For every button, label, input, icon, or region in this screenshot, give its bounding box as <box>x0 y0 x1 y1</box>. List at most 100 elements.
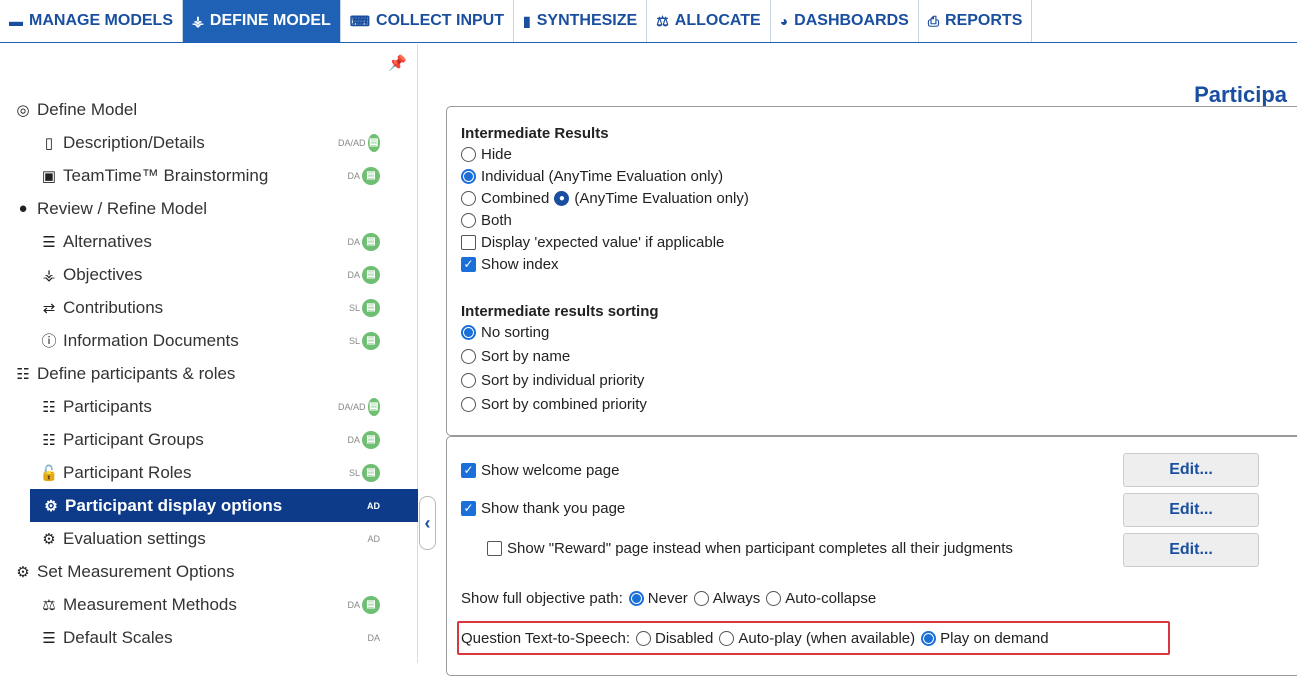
radio-individual[interactable]: Individual (AnyTime Evaluation only) <box>461 165 723 187</box>
sidebar-item-measurement-methods[interactable]: ⚖ Measurement Methods DA ▤ <box>0 588 418 621</box>
role-badge: DA ▤ <box>338 423 380 456</box>
tab-dashboards[interactable]: ◕ DASHBOARDS <box>771 0 919 42</box>
file-icon: ▯ <box>44 134 54 152</box>
checkbox[interactable]: ✓ <box>461 256 476 272</box>
sidebar-item-review[interactable]: ● Review / Refine Model <box>0 192 418 225</box>
sidebar-item-default-scales[interactable]: ☰ Default Scales DA <box>0 621 418 654</box>
gear-icon: ⚙ <box>44 497 58 515</box>
tab-reports[interactable]: ⎙ REPORTS <box>919 0 1033 42</box>
radio-button[interactable] <box>628 590 644 606</box>
bar-chart-icon: ▮ <box>523 12 531 29</box>
intermediate-results-heading: Intermediate Results <box>461 125 609 142</box>
sidebar-item-alternatives[interactable]: ☰ Alternatives DA ▤ <box>0 225 418 258</box>
sidebar-item-contributions[interactable]: ⇄ Contributions SL ▤ <box>0 291 418 324</box>
sliders-icon: ☰ <box>42 629 56 647</box>
sidebar-item-participant-display-options[interactable]: ⚙ Participant display options AD <box>30 489 418 522</box>
disc-icon: ● <box>18 200 28 217</box>
sidebar-item-description[interactable]: ▯ Description/Details DA/AD ▤ <box>0 126 418 159</box>
target-icon: ◎ <box>16 101 30 119</box>
radio-no-sorting[interactable]: No sorting <box>461 321 549 343</box>
status-dot-icon: ▤ <box>362 166 380 185</box>
radio-button[interactable] <box>719 630 735 646</box>
role-badge: DA <box>367 632 380 643</box>
radio-button[interactable] <box>635 630 651 646</box>
radio-button[interactable] <box>461 168 476 184</box>
role-badge: AD <box>367 500 380 511</box>
radio-tts-autoplay[interactable]: Auto-play (when available) <box>719 630 915 647</box>
sidebar-item-information-documents[interactable]: ⓘ Information Documents SL ▤ <box>0 324 418 357</box>
radio-sort-combined[interactable]: Sort by combined priority <box>461 393 647 415</box>
radio-tts-on-demand[interactable]: Play on demand <box>921 630 1049 647</box>
top-navigation: ▬ MANAGE MODELS ⚶ DEFINE MODEL ⌨ COLLECT IN… <box>0 0 1297 43</box>
radio-button[interactable] <box>766 590 782 606</box>
radio-tts-disabled[interactable]: Disabled <box>635 630 713 647</box>
sidebar-item-objectives[interactable]: ⚶ Objectives DA ▤ <box>0 258 418 291</box>
edit-welcome-button[interactable]: Edit... <box>1123 453 1259 487</box>
radio-button[interactable] <box>921 630 937 646</box>
contributions-icon: ⇄ <box>42 299 56 317</box>
status-dot-icon: ▤ <box>362 265 380 284</box>
checkbox-thankyou-page[interactable]: ✓ Show thank you page <box>461 497 625 519</box>
sidebar-item-define-model[interactable]: ◎ Define Model <box>0 93 418 126</box>
radio-hide[interactable]: Hide <box>461 143 512 165</box>
tab-manage-models[interactable]: ▬ MANAGE MODELS <box>0 0 183 42</box>
checkbox[interactable]: ✓ <box>461 500 476 516</box>
role-badge: SL ▤ <box>338 456 380 489</box>
sidebar-item-teamtime[interactable]: ▣ TeamTime™ Brainstorming DA ▤ <box>0 159 418 192</box>
checkbox[interactable] <box>461 234 476 250</box>
objective-path-label: Show full objective path: <box>461 589 623 607</box>
sidebar-item-participant-roles[interactable]: 🔓 Participant Roles SL ▤ <box>0 456 418 489</box>
role-badge: DA ▤ <box>338 159 380 192</box>
checkbox-show-index[interactable]: ✓ Show index <box>461 253 559 275</box>
tab-define-model[interactable]: ⚶ DEFINE MODEL <box>183 0 341 42</box>
collapse-sidebar-button[interactable]: ‹ <box>419 496 436 550</box>
radio-path-never[interactable]: Never <box>628 590 688 607</box>
radio-button[interactable] <box>461 348 476 364</box>
radio-path-auto-collapse[interactable]: Auto-collapse <box>766 590 876 607</box>
radio-path-always[interactable]: Always <box>693 590 760 607</box>
radio-button[interactable] <box>693 590 709 606</box>
gears-icon: ⚙ <box>16 563 30 581</box>
gauge-icon: ◕ <box>779 13 789 29</box>
checkbox-expected-value[interactable]: Display 'expected value' if applicable <box>461 231 724 253</box>
main-content: Participa Intermediate Results Hide Indi… <box>436 44 1297 676</box>
radio-combined[interactable]: Combined ● (AnyTime Evaluation only) <box>461 187 749 209</box>
radio-both[interactable]: Both <box>461 209 512 231</box>
user-circle-icon: ● <box>554 190 570 206</box>
tab-allocate[interactable]: ⚖ ALLOCATE <box>647 0 771 42</box>
edit-reward-button[interactable]: Edit... <box>1123 533 1259 567</box>
sidebar-item-participants[interactable]: ☷ Participants DA/AD ▤ <box>0 390 418 423</box>
hierarchy-icon: ⚶ <box>42 266 56 284</box>
pin-icon[interactable]: 📌 <box>388 54 407 72</box>
radio-button[interactable] <box>461 190 476 206</box>
radio-sort-by-name[interactable]: Sort by name <box>461 345 570 367</box>
role-badge: DA ▤ <box>338 225 380 258</box>
users-icon: ☷ <box>16 365 30 383</box>
sidebar-item-evaluation-settings[interactable]: ⚙ Evaluation settings AD <box>0 522 418 555</box>
radio-button[interactable] <box>461 324 476 340</box>
edit-thankyou-button[interactable]: Edit... <box>1123 493 1259 527</box>
sidebar-item-define-participants[interactable]: ☷ Define participants & roles <box>0 357 418 390</box>
role-badge: DA ▤ <box>338 258 380 291</box>
checkbox[interactable]: ✓ <box>461 462 476 478</box>
radio-button[interactable] <box>461 372 476 388</box>
radio-sort-individual[interactable]: Sort by individual priority <box>461 369 644 391</box>
alternatives-icon: ☰ <box>42 233 56 251</box>
status-dot-icon: ▤ <box>362 331 380 350</box>
checkbox-reward-page[interactable]: Show "Reward" page instead when particip… <box>487 537 1013 559</box>
tab-collect-input[interactable]: ⌨ COLLECT INPUT <box>341 0 515 42</box>
radio-button[interactable] <box>461 146 476 162</box>
chevron-left-icon: ‹ <box>424 512 431 533</box>
scales-icon: ⚖ <box>42 596 56 614</box>
checkbox[interactable] <box>487 540 502 556</box>
radio-button[interactable] <box>461 396 476 412</box>
role-badge: SL ▤ <box>338 291 380 324</box>
presentation-icon: ▣ <box>41 167 57 185</box>
tab-synthesize[interactable]: ▮ SYNTHESIZE <box>514 0 648 42</box>
sidebar-item-measurement-options[interactable]: ⚙ Set Measurement Options <box>0 555 418 588</box>
status-dot-icon: ▤ <box>367 397 380 416</box>
keyboard-icon: ⌨ <box>349 12 371 29</box>
checkbox-welcome-page[interactable]: ✓ Show welcome page <box>461 459 619 481</box>
sidebar-item-participant-groups[interactable]: ☷ Participant Groups DA ▤ <box>0 423 418 456</box>
radio-button[interactable] <box>461 212 476 228</box>
